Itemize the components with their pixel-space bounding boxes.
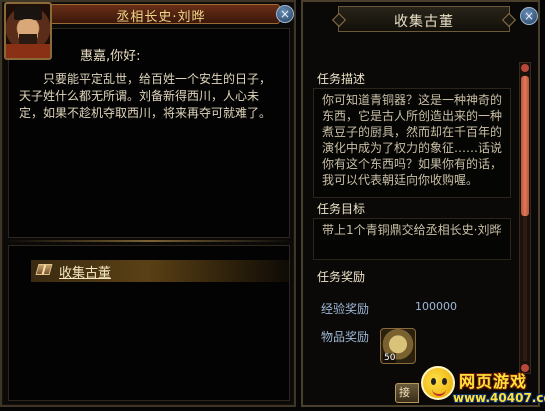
quest-content: 任务描述 你可知道青铜器？这是一种神奇的东西，它是古人所创造出来的一种煮豆子的厨… [307,62,515,374]
goal-text: 带上1个青铜鼎交给丞相长史·刘晔 [313,218,511,260]
watermark-brand: 网页游戏 [459,372,528,391]
scroll-up-icon[interactable] [521,64,529,72]
desc-text: 你可知道青铜器？这是一种神奇的东西，它是古人所创造出来的一种煮豆子的厨具，然而却… [313,88,511,198]
quest-scrollbar[interactable] [519,62,531,374]
watermark-url: www.40407.com [453,391,545,405]
exp-reward-label: 经验奖励 [321,302,370,316]
quest-option-collect-antiques[interactable]: 收集古董 [31,260,289,282]
quest-panel-title: 收集古董 [394,14,454,30]
quest-panel-header: 收集古董 [338,6,510,32]
quest-close-button[interactable]: × [520,7,538,25]
dialog-divider [6,240,292,242]
dialog-title-bar: 丞相长史·刘晔 [42,4,280,25]
site-watermark: 网页游戏 www.40407.com [415,360,545,411]
mascot-icon [421,366,455,400]
quest-book-icon [35,264,53,275]
portrait-hat [14,6,42,20]
goal-heading: 任务目标 [317,202,366,216]
reward-heading: 任务奖励 [317,270,366,284]
npc-dialog-panel: 丞相长史·刘晔 × 惠嘉,你好: 只要能平定乱世，给百姓一个安生的日子，天子姓什… [0,0,296,407]
item-reward-label: 物品奖励 [321,330,370,344]
dialog-close-button[interactable]: × [276,5,294,23]
portrait-robe [6,44,50,58]
quest-panel: 收集古董 × 任务描述 你可知道青铜器？这是一种神奇的东西，它是古人所创造出来的… [301,0,540,407]
dialog-title: 丞相长史·刘晔 [116,10,206,25]
item-reward-count: 50 [383,353,397,363]
npc-portrait [4,2,52,60]
desc-heading: 任务描述 [317,72,366,86]
dialog-greeting: 惠嘉,你好: [80,49,141,64]
item-reward-slot[interactable]: 50 [380,328,416,364]
scroll-thumb[interactable] [521,76,529,216]
dialog-options: 收集古董 [8,245,290,401]
exp-reward-value: 100000 [415,300,457,313]
quest-option-label[interactable]: 收集古董 [59,262,111,281]
dialog-speech: 只要能平定乱世，给百姓一个安生的日子，天子姓什么都无所谓。刘备新得西川，人心未定… [19,72,272,120]
